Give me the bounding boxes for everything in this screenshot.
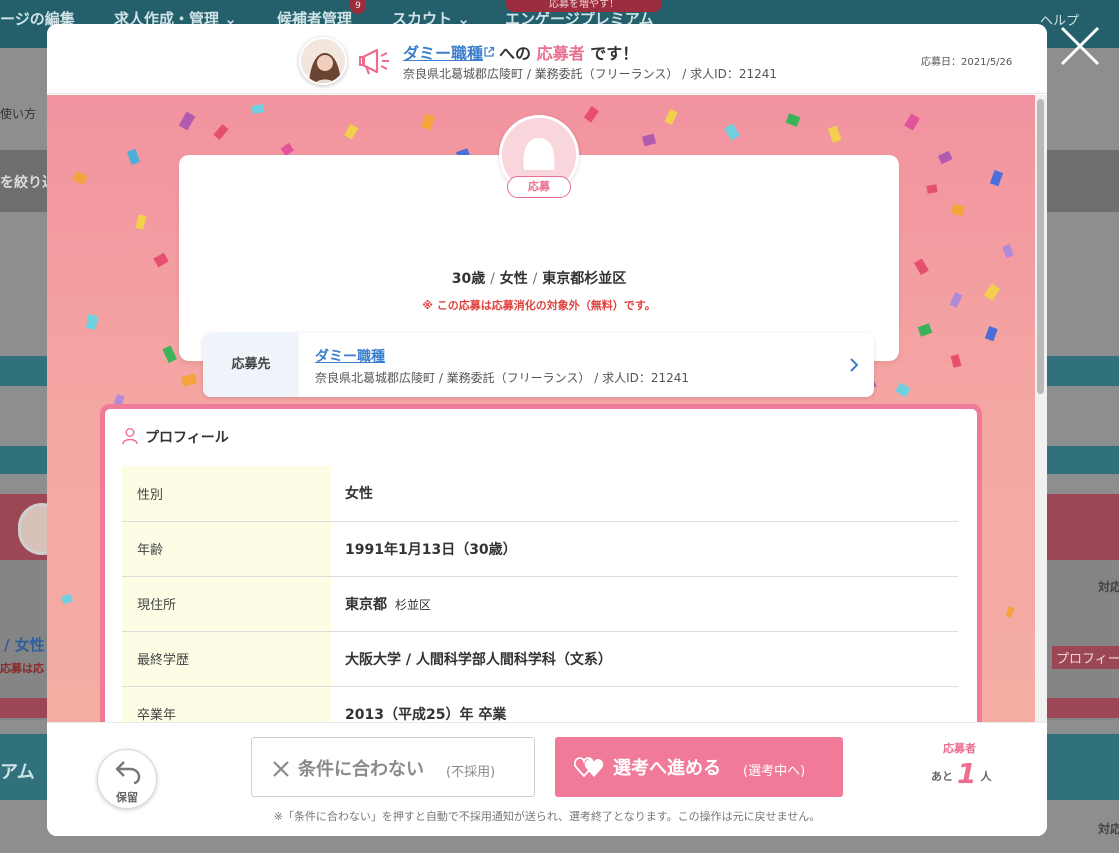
remaining-count: あと 1 人 xyxy=(931,757,992,790)
title-mid: への xyxy=(499,44,532,63)
applicant-modal: ダミー職種 への 応募者 です！ 奈良県北葛城郡広陵町 / 業務委託（フリーランス… xyxy=(47,24,1047,836)
profile-value-extra: 杉並区 xyxy=(395,597,432,612)
scroll-thumb[interactable] xyxy=(1037,99,1044,394)
job-link[interactable]: ダミー職種 xyxy=(403,44,483,63)
free-application-note: ※ この応募は応募消化の対象外（無料）です。 xyxy=(422,299,656,312)
bg-row-text: / 女性 xyxy=(4,636,45,654)
bg-usage-link: 使い方 xyxy=(0,107,37,121)
reject-label: 条件に合わない xyxy=(298,759,424,780)
remaining-label: 応募者 xyxy=(943,742,976,755)
profile-value: 女性 xyxy=(331,466,958,522)
proceed-label: 選考へ進める xyxy=(613,758,721,779)
applicant-age: 30歳 xyxy=(451,271,486,287)
profile-title: プロフィール xyxy=(145,430,229,446)
modal-scrollbar[interactable] xyxy=(1035,95,1047,722)
destination-label: 応募先 xyxy=(203,333,299,397)
profile-table: 性別 女性 年齢 1991年1月13日（30歳） 現住所 東京都 杉並区 最終学歴… xyxy=(122,466,958,722)
proceed-button[interactable]: 選考へ進める (選考中へ) xyxy=(555,737,843,797)
modal-title: ダミー職種 への 応募者 です！ xyxy=(403,40,638,64)
profile-card: プロフィール 性別 女性 年齢 1991年1月13日（30歳） 現住所 東京都杉… xyxy=(100,404,982,722)
proceed-sublabel: (選考中へ) xyxy=(743,764,806,779)
profile-value: 大阪大学 / 人間科学部人間科学科（文系） xyxy=(331,631,958,687)
hold-button[interactable]: 保留 xyxy=(97,749,157,809)
chevron-right-icon[interactable] xyxy=(849,358,859,372)
bg-row-text: 応募は応 xyxy=(0,662,44,675)
separator: / xyxy=(532,271,538,287)
table-row: 性別 女性 xyxy=(122,466,958,522)
profile-key: 現住所 xyxy=(122,576,331,632)
profile-value: 東京都 杉並区 xyxy=(331,576,958,632)
job-subtitle: 奈良県北葛城郡広陵町 / 業務委託（フリーランス） / 求人ID：21241 xyxy=(403,67,778,81)
chevron-down-icon[interactable] xyxy=(521,379,543,393)
close-modal-icon[interactable] xyxy=(1059,25,1101,67)
application-date: 応募日：2021/5/26 xyxy=(921,57,1013,68)
profile-key: 年齢 xyxy=(122,521,331,577)
profile-value: 1991年1月13日（30歳） xyxy=(331,521,958,577)
applicant-basic-info: 30歳 / 女性 / 東京都杉並区 xyxy=(179,268,899,288)
profile-key: 最終学歴 xyxy=(122,631,331,687)
bg-promo-tag: 応募を増やす！ xyxy=(506,0,662,12)
destination-job-link[interactable]: ダミー職種 xyxy=(315,346,385,366)
title-highlight: 応募者 xyxy=(536,44,585,63)
reject-button[interactable]: 条件に合わない (不採用) xyxy=(251,737,535,797)
reject-sublabel: (不採用) xyxy=(446,765,496,780)
table-row: 最終学歴 大阪大学 / 人間科学部人間科学科（文系） xyxy=(122,631,958,687)
undo-arrow-icon xyxy=(115,761,141,785)
bg-status-text: 対応 xyxy=(1098,822,1119,836)
applicant-avatar xyxy=(299,37,347,85)
modal-footer: 保留 条件に合わない (不採用) 選考へ進める (選考中へ) 応募者 あと 1 人 … xyxy=(47,722,1047,836)
applicant-gender: 女性 xyxy=(499,271,528,287)
bg-profile-button: プロフィー xyxy=(1052,646,1119,669)
bg-status-text: 対応 xyxy=(1098,580,1119,594)
person-icon xyxy=(122,428,138,445)
applicant-location: 東京都杉並区 xyxy=(542,271,627,287)
table-row: 卒業年 2013（平成25）年 卒業 xyxy=(122,686,958,722)
profile-key: 卒業年 xyxy=(122,686,331,722)
remaining-number: 1 xyxy=(957,757,977,790)
close-icon xyxy=(273,761,289,777)
table-row: 年齢 1991年1月13日（30歳） xyxy=(122,521,958,577)
hearts-icon xyxy=(574,757,604,778)
destination-job-detail: 奈良県北葛城郡広陵町 / 業務委託（フリーランス） / 求人ID：21241 xyxy=(315,371,690,385)
application-badge: 応募 xyxy=(507,176,571,198)
profile-value: 2013（平成25）年 卒業 xyxy=(331,686,958,722)
profile-heading: プロフィール xyxy=(121,427,229,447)
reject-warning-note: ※「条件に合わない」を押すと自動で不採用通知が送られ、選考終了となります。この操… xyxy=(273,810,821,823)
celebration-panel: 応募先 ダミー職種 奈良県北葛城郡広陵町 / 業務委託（フリーランス） / 求人… xyxy=(47,95,1035,722)
bg-premium-text: アム xyxy=(0,762,35,783)
table-row: 現住所 東京都 杉並区 xyxy=(122,576,958,632)
megaphone-icon xyxy=(359,48,389,75)
modal-header: ダミー職種 への 応募者 です！ 奈良県北葛城郡広陵町 / 業務委託（フリーランス… xyxy=(47,24,1047,94)
title-end: です！ xyxy=(590,44,639,63)
external-link-icon[interactable] xyxy=(483,46,495,58)
separator: / xyxy=(490,271,495,287)
profile-key: 性別 xyxy=(122,466,331,522)
hold-label: 保留 xyxy=(116,791,138,804)
